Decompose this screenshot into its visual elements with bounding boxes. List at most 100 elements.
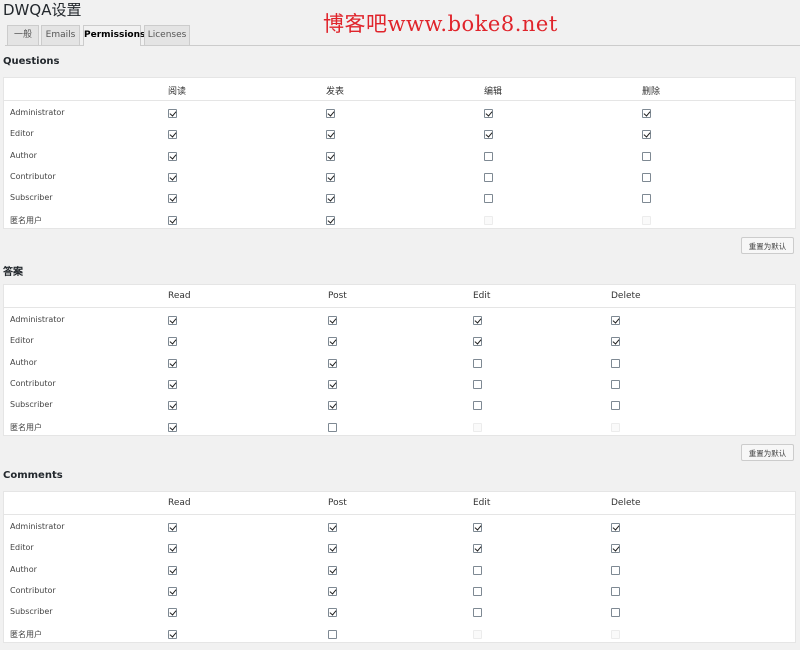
table-row: Contributor — [4, 375, 795, 396]
column-header: Post — [328, 498, 347, 508]
permission-checkbox[interactable] — [328, 337, 337, 347]
permission-checkbox[interactable] — [168, 608, 177, 618]
permission-checkbox[interactable] — [484, 130, 493, 140]
reset-default-button[interactable]: 重置为默认 — [741, 237, 794, 254]
column-header: Delete — [611, 498, 641, 508]
permission-checkbox[interactable] — [326, 215, 335, 225]
permission-checkbox[interactable] — [328, 586, 337, 596]
permission-checkbox[interactable] — [611, 565, 620, 575]
comments-section-title: Comments — [3, 470, 63, 481]
permission-checkbox[interactable] — [168, 586, 177, 596]
permission-checkbox[interactable] — [328, 316, 337, 325]
permission-checkbox[interactable] — [473, 316, 482, 325]
permission-checkbox[interactable] — [328, 608, 337, 618]
permission-checkbox[interactable] — [168, 379, 177, 389]
permission-checkbox[interactable] — [473, 608, 482, 618]
table-row: Subscriber — [4, 603, 795, 624]
table-row: Administrator — [4, 518, 795, 539]
permission-checkbox[interactable] — [326, 151, 335, 161]
permission-checkbox[interactable] — [168, 358, 177, 368]
permission-checkbox[interactable] — [328, 422, 337, 432]
role-label: Subscriber — [10, 607, 53, 617]
role-label: Subscriber — [10, 193, 53, 203]
role-label: Administrator — [10, 522, 65, 531]
permission-checkbox[interactable] — [611, 316, 620, 325]
permission-checkbox[interactable] — [168, 565, 177, 575]
permission-checkbox[interactable] — [642, 151, 651, 161]
permission-checkbox[interactable] — [328, 358, 337, 368]
permission-checkbox[interactable] — [484, 109, 493, 118]
tab-general[interactable]: 一般 — [7, 25, 39, 45]
permission-checkbox[interactable] — [611, 337, 620, 347]
permission-checkbox[interactable] — [484, 172, 493, 182]
permission-checkbox[interactable] — [168, 544, 177, 554]
permission-checkbox[interactable] — [328, 379, 337, 389]
permission-checkbox[interactable] — [642, 194, 651, 204]
permission-checkbox[interactable] — [473, 358, 482, 368]
permission-checkbox[interactable] — [611, 523, 620, 532]
permission-checkbox[interactable] — [611, 379, 620, 389]
permission-checkbox[interactable] — [611, 544, 620, 554]
permission-checkbox[interactable] — [611, 358, 620, 368]
role-label: 匿名用户 — [10, 629, 42, 639]
column-header: Read — [168, 498, 191, 508]
permission-checkbox[interactable] — [168, 215, 177, 225]
role-label: Contributor — [10, 378, 56, 388]
permission-checkbox[interactable] — [326, 194, 335, 204]
permission-checkbox[interactable] — [168, 523, 177, 532]
permission-checkbox[interactable] — [168, 337, 177, 347]
permission-checkbox[interactable] — [473, 337, 482, 347]
column-header: Edit — [473, 498, 491, 508]
permission-checkbox — [473, 629, 482, 639]
role-label: 匿名用户 — [10, 422, 42, 432]
permission-checkbox[interactable] — [328, 401, 337, 411]
permission-checkbox[interactable] — [168, 109, 177, 118]
permission-checkbox[interactable] — [168, 422, 177, 432]
permission-checkbox[interactable] — [168, 130, 177, 140]
permission-checkbox[interactable] — [473, 523, 482, 532]
permission-checkbox[interactable] — [473, 565, 482, 575]
permission-checkbox[interactable] — [168, 316, 177, 325]
permission-checkbox[interactable] — [473, 544, 482, 554]
permission-checkbox[interactable] — [168, 401, 177, 411]
permission-checkbox[interactable] — [642, 109, 651, 118]
column-header: Post — [328, 291, 347, 301]
tab-licenses[interactable]: Licenses — [144, 25, 190, 45]
table-row: Administrator — [4, 104, 795, 125]
table-row: 匿名用户 — [4, 625, 795, 646]
permission-checkbox[interactable] — [473, 401, 482, 411]
permission-checkbox[interactable] — [326, 130, 335, 140]
permission-checkbox[interactable] — [611, 586, 620, 596]
permission-checkbox[interactable] — [326, 109, 335, 118]
permission-checkbox[interactable] — [642, 172, 651, 182]
role-label: Contributor — [10, 171, 56, 181]
permission-checkbox[interactable] — [168, 629, 177, 639]
tab-permissions[interactable]: Permissions — [83, 25, 145, 46]
table-header: 阅读 发表 编辑 删除 — [4, 78, 795, 101]
reset-default-button[interactable]: 重置为默认 — [741, 444, 794, 461]
permission-checkbox[interactable] — [328, 544, 337, 554]
permission-checkbox[interactable] — [642, 130, 651, 140]
permission-checkbox[interactable] — [473, 586, 482, 596]
permission-checkbox[interactable] — [484, 151, 493, 161]
table-row: Author — [4, 561, 795, 582]
permission-checkbox[interactable] — [473, 379, 482, 389]
permission-checkbox[interactable] — [328, 629, 337, 639]
permission-checkbox[interactable] — [328, 523, 337, 532]
permission-checkbox[interactable] — [168, 151, 177, 161]
table-row: Contributor — [4, 168, 795, 189]
permission-checkbox[interactable] — [611, 608, 620, 618]
answers-permissions-table: Read Post Edit Delete Administrator Editor Aut… — [3, 284, 796, 436]
permission-checkbox[interactable] — [326, 172, 335, 182]
comments-permissions-table: Read Post Edit Delete Administrator Editor Aut… — [3, 491, 796, 643]
role-label: Author — [10, 150, 37, 160]
table-header: Read Post Edit Delete — [4, 492, 795, 515]
permission-checkbox[interactable] — [168, 194, 177, 204]
tab-emails[interactable]: Emails — [41, 25, 80, 45]
permission-checkbox[interactable] — [484, 194, 493, 204]
column-header: Edit — [473, 291, 491, 301]
permission-checkbox[interactable] — [328, 565, 337, 575]
permission-checkbox[interactable] — [168, 172, 177, 182]
permission-checkbox[interactable] — [611, 401, 620, 411]
role-label: Administrator — [10, 315, 65, 324]
